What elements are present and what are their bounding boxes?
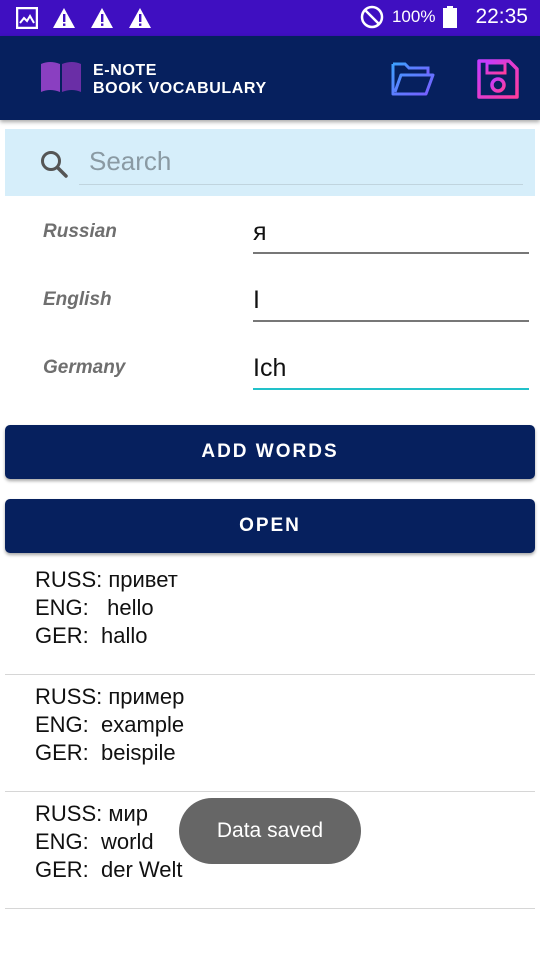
german-word: GER: hallo [35, 623, 148, 648]
app-bar: E-NOTE BOOK VOCABULARY [0, 36, 540, 120]
toast-message: Data saved [179, 798, 361, 864]
save-button[interactable] [476, 58, 520, 100]
list-item[interactable]: RUSS: привет ENG: hello GER: hallo [5, 558, 535, 675]
search-icon [41, 151, 68, 178]
german-label: Germany [43, 357, 126, 378]
app-title-line1: E-NOTE [93, 62, 158, 79]
german-row: Germany [0, 342, 540, 398]
battery-icon [443, 6, 458, 28]
add-words-button[interactable]: ADD WORDS [5, 425, 535, 479]
list-item[interactable]: RUSS: пример ENG: example GER: beispile [5, 675, 535, 792]
book-icon [40, 60, 82, 99]
app-title-line2: BOOK VOCABULARY [93, 80, 267, 97]
floppy-disk-icon [477, 59, 519, 99]
english-word: ENG: hello [35, 595, 154, 620]
app-title: E-NOTE BOOK VOCABULARY [93, 62, 267, 98]
german-input[interactable] [253, 348, 529, 390]
warning-icon [53, 8, 75, 28]
english-label: English [43, 289, 112, 310]
status-time: 22:35 [475, 5, 528, 28]
open-button[interactable]: OPEN [5, 499, 535, 553]
status-bar: 100% 22:35 [0, 0, 540, 36]
search-box [5, 129, 535, 196]
open-folder-button[interactable] [390, 58, 436, 100]
image-icon [16, 7, 38, 29]
german-word: GER: beispile [35, 740, 176, 765]
english-row: English [0, 274, 540, 330]
russian-label: Russian [43, 221, 117, 242]
russian-word: RUSS: пример [35, 684, 185, 709]
english-word: ENG: example [35, 712, 185, 737]
folder-open-icon [391, 62, 435, 96]
russian-row: Russian [0, 206, 540, 262]
russian-word: RUSS: привет [35, 567, 178, 592]
english-input[interactable] [253, 280, 529, 322]
russian-input[interactable] [253, 212, 529, 254]
warning-icon [129, 8, 151, 28]
battery-percent: 100% [391, 7, 436, 26]
search-input[interactable] [79, 139, 523, 185]
do-not-disturb-icon [360, 5, 384, 29]
warning-icon [91, 8, 113, 28]
